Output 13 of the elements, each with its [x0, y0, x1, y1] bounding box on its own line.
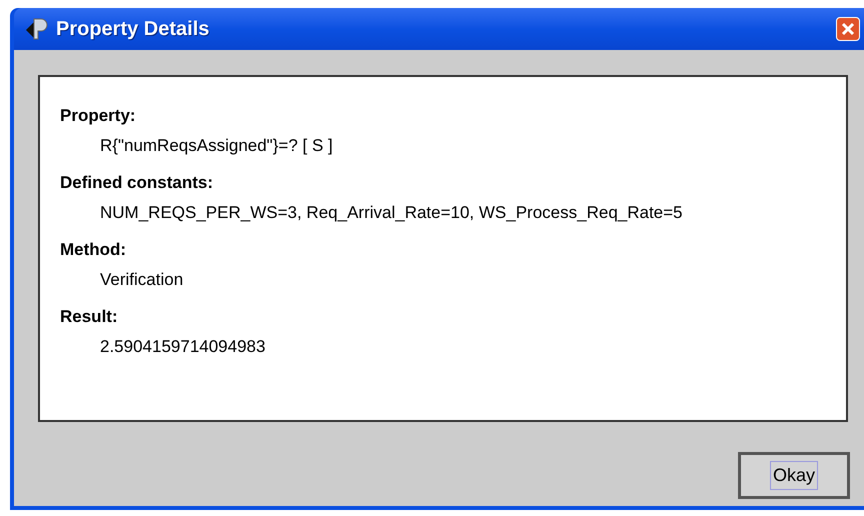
- field-value: R{"numReqsAssigned"}=? [ S ]: [99, 134, 334, 156]
- field-label: Method:: [60, 239, 128, 261]
- app-logo-icon: [24, 16, 50, 42]
- okay-button[interactable]: Okay: [738, 452, 850, 499]
- field-value: NUM_REQS_PER_WS=3, Req_Arrival_Rate=10, WS_Process_Req_Rate=5: [99, 202, 684, 224]
- field-label: Defined constants:: [60, 172, 214, 194]
- field-value: Verification: [99, 268, 184, 290]
- field-label: Result:: [60, 306, 119, 328]
- close-button[interactable]: [836, 17, 860, 41]
- window-title: Property Details: [56, 17, 210, 42]
- close-icon: [841, 22, 855, 36]
- field-value: 2.5904159714094983: [99, 336, 266, 358]
- field-label: Property:: [60, 105, 137, 127]
